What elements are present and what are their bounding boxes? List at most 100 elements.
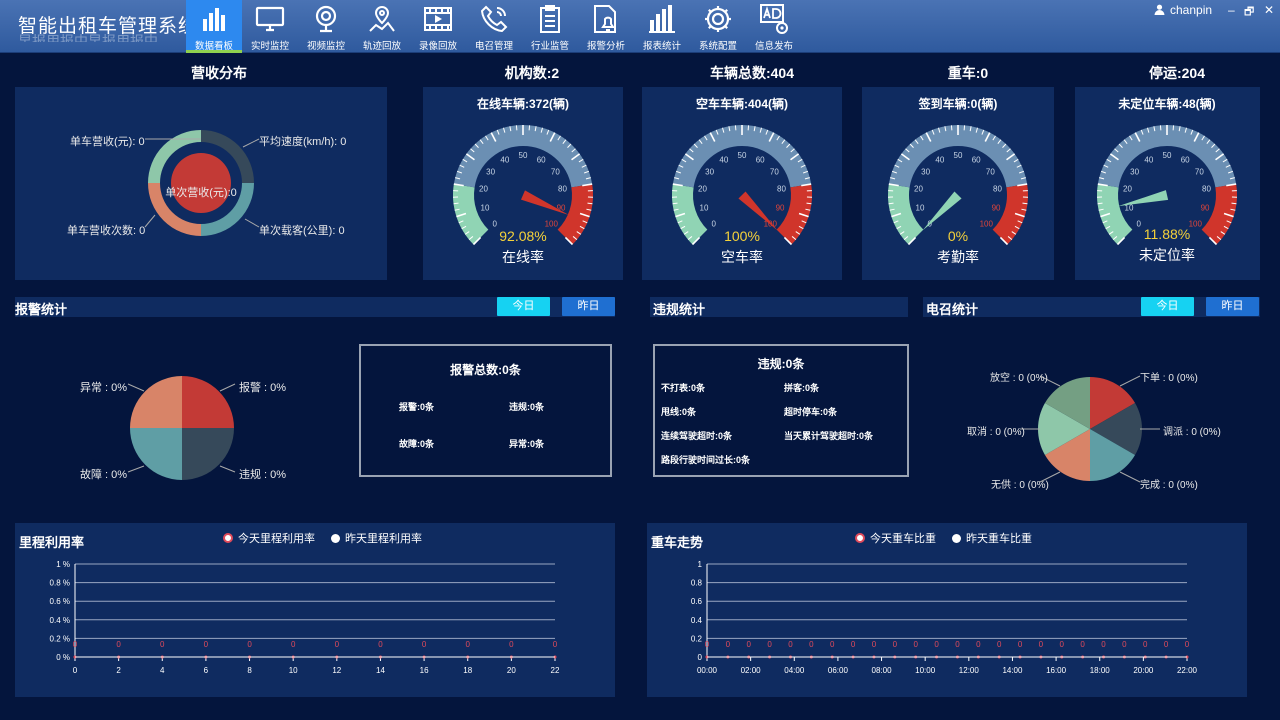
user-name[interactable]: chanpin	[1170, 3, 1212, 17]
x-tick-label: 02:00	[741, 666, 762, 675]
violation-stats-bar: 违规统计	[650, 297, 908, 317]
x-tick-label: 4	[160, 666, 165, 675]
alarm-count-item: 异常:0条	[509, 439, 545, 449]
restore-button[interactable]: 🗗	[1244, 3, 1254, 22]
stopped-vehicle-heading: 停运:204	[1148, 65, 1206, 81]
pie-slice	[182, 376, 234, 428]
gauge-tick	[888, 202, 894, 205]
alarm-today-button[interactable]: 今日	[497, 297, 550, 316]
violation-item: 拼客:0条	[784, 383, 820, 393]
y-tick-label: 0.2 %	[50, 634, 70, 643]
leader-line	[127, 383, 145, 392]
x-tick-label: 20:00	[1133, 666, 1154, 675]
nav-item-supervision[interactable]: 行业监管	[522, 0, 578, 53]
x-tick-label: 00:00	[697, 666, 718, 675]
y-tick-label: 0	[698, 653, 703, 662]
x-tick-label: 08:00	[872, 666, 893, 675]
gauge-tick-label: 40	[500, 155, 509, 164]
pie-slice	[130, 428, 182, 480]
mileage-chart-panel: 里程利用率 今天里程利用率 昨天里程利用率 0 % 0.2 % 0.4 % 0.6 % 0…	[15, 523, 615, 697]
gauge-tick-label: 70	[551, 167, 560, 176]
data-label: 0	[934, 640, 939, 649]
nav-item-video[interactable]: 视频监控	[298, 0, 354, 53]
gauge-name: 考勤率	[937, 249, 979, 265]
minimize-button[interactable]: –	[1228, 3, 1235, 17]
heavy-trend-line-chart: 00.20.40.60.8100:00 02:00 04:00 06:00 08:00 1…	[691, 560, 1198, 675]
nav-item-dispatch[interactable]: 电召管理	[466, 0, 522, 53]
y-tick-label: 0 %	[56, 653, 70, 662]
gauge-band-mid	[1097, 125, 1237, 188]
gauge-tick	[1097, 202, 1103, 205]
data-label: 0	[73, 640, 78, 649]
nav-item-playback[interactable]: 录像回放	[410, 0, 466, 53]
nav-item-track[interactable]: 轨迹回放	[354, 0, 410, 53]
dispatch-today-button[interactable]: 今日	[1141, 297, 1194, 316]
gauge-tick	[672, 202, 678, 205]
gauge-tick	[1022, 202, 1028, 205]
camera-icon	[315, 5, 337, 33]
dispatch-stats-title: 电召统计	[926, 302, 979, 317]
gauge-tick-label: 80	[993, 185, 1002, 194]
alarm-yesterday-button[interactable]: 昨日	[562, 297, 615, 316]
pie-slice	[182, 428, 234, 480]
donut-center	[171, 153, 231, 213]
y-tick-label: 0.4 %	[50, 616, 70, 625]
data-label: 0	[553, 640, 558, 649]
gauge-tick-label: 60	[972, 155, 981, 164]
y-tick-label: 0.6 %	[50, 597, 70, 606]
y-tick-label: 1 %	[56, 560, 70, 569]
violation-item: 当天累计驾驶超时:0条	[784, 431, 874, 441]
app-subtitle: 早报用报中早报用报中	[18, 34, 158, 42]
gauge-tick-label: 40	[935, 155, 944, 164]
violation-summary-box: 违规:0条 不打表:0条 拼客:0条 甩线:0条 超时停车:0条 连续驾驶超时:…	[653, 344, 909, 477]
alarm-total: 报警总数:0条	[450, 363, 521, 377]
dispatch-pie-label: 无供 : 0 (0%)	[991, 480, 1049, 491]
data-label: 0	[997, 640, 1002, 649]
gauge-tick-label: 30	[486, 167, 495, 176]
x-tick-label: 14	[376, 666, 385, 675]
revenue-label: 单车营收次数: 0	[67, 225, 146, 237]
data-label: 0	[1039, 640, 1044, 649]
gauge-tick-label: 10	[916, 203, 925, 212]
x-tick-label: 22:00	[1177, 666, 1198, 675]
gear-icon	[705, 6, 731, 32]
gauge-tick-label: 50	[738, 151, 747, 160]
nav-item-config[interactable]: 系统配置	[690, 0, 746, 53]
dispatch-pie-label: 放空 : 0 (0%)	[990, 373, 1048, 384]
gauge-tick-label: 50	[1163, 151, 1172, 160]
data-label: 0	[955, 640, 960, 649]
gauge-panel-unlocated: 未定位车辆:48(辆) 0 10 20 30 40 50 60 70 80 90 100 11.88…	[1075, 87, 1260, 280]
user-box: chanpin – 🗗 ✕	[1150, 3, 1280, 19]
leader-line	[144, 214, 156, 228]
close-button[interactable]: ✕	[1264, 3, 1274, 17]
alarm-bell-icon	[594, 5, 616, 33]
x-tick-label: 8	[247, 666, 252, 675]
x-tick-label: 14:00	[1002, 666, 1023, 675]
x-tick-label: 18	[463, 666, 472, 675]
gauge-panel-online: 在线车辆:372(辆) 0 10 20 30 40 50 60 70 80 90 100 92.08…	[423, 87, 623, 280]
y-tick-label: 0.8 %	[50, 579, 70, 588]
gauge-tick-label: 70	[770, 167, 779, 176]
dispatch-yesterday-button[interactable]: 昨日	[1206, 297, 1259, 316]
gauge-tick-label: 80	[777, 185, 786, 194]
violation-item: 超时停车:0条	[784, 407, 838, 417]
y-tick-label: 1	[698, 560, 703, 569]
nav-item-publish[interactable]: 信息发布	[746, 0, 802, 53]
dispatch-pie-label: 调派 : 0 (0%)	[1163, 427, 1221, 438]
gauge-percent: 0%	[947, 228, 969, 244]
data-label: 0	[378, 640, 383, 649]
gauge-tick	[587, 202, 593, 205]
data-label: 0	[291, 640, 296, 649]
nav-item-realtime[interactable]: 实时监控	[242, 0, 298, 53]
monitor-icon	[255, 6, 285, 32]
nav-item-dashboard[interactable]: 数据看板	[186, 0, 242, 53]
gauge-tick-label: 50	[519, 151, 528, 160]
y-tick-label: 0.2	[691, 634, 703, 643]
nav-item-report[interactable]: 报表统计	[634, 0, 690, 53]
ad-publish-icon	[760, 4, 788, 34]
gauge-tick-label: 0	[711, 219, 716, 228]
nav-item-alarm[interactable]: 报警分析	[578, 0, 634, 53]
mileage-line-chart: 0 % 0.2 % 0.4 % 0.6 % 0.8 % 1 % 0 2 4 6 8 10 12 14 16 1…	[50, 560, 560, 675]
leader-line	[244, 218, 260, 228]
x-tick-label: 0	[73, 666, 78, 675]
